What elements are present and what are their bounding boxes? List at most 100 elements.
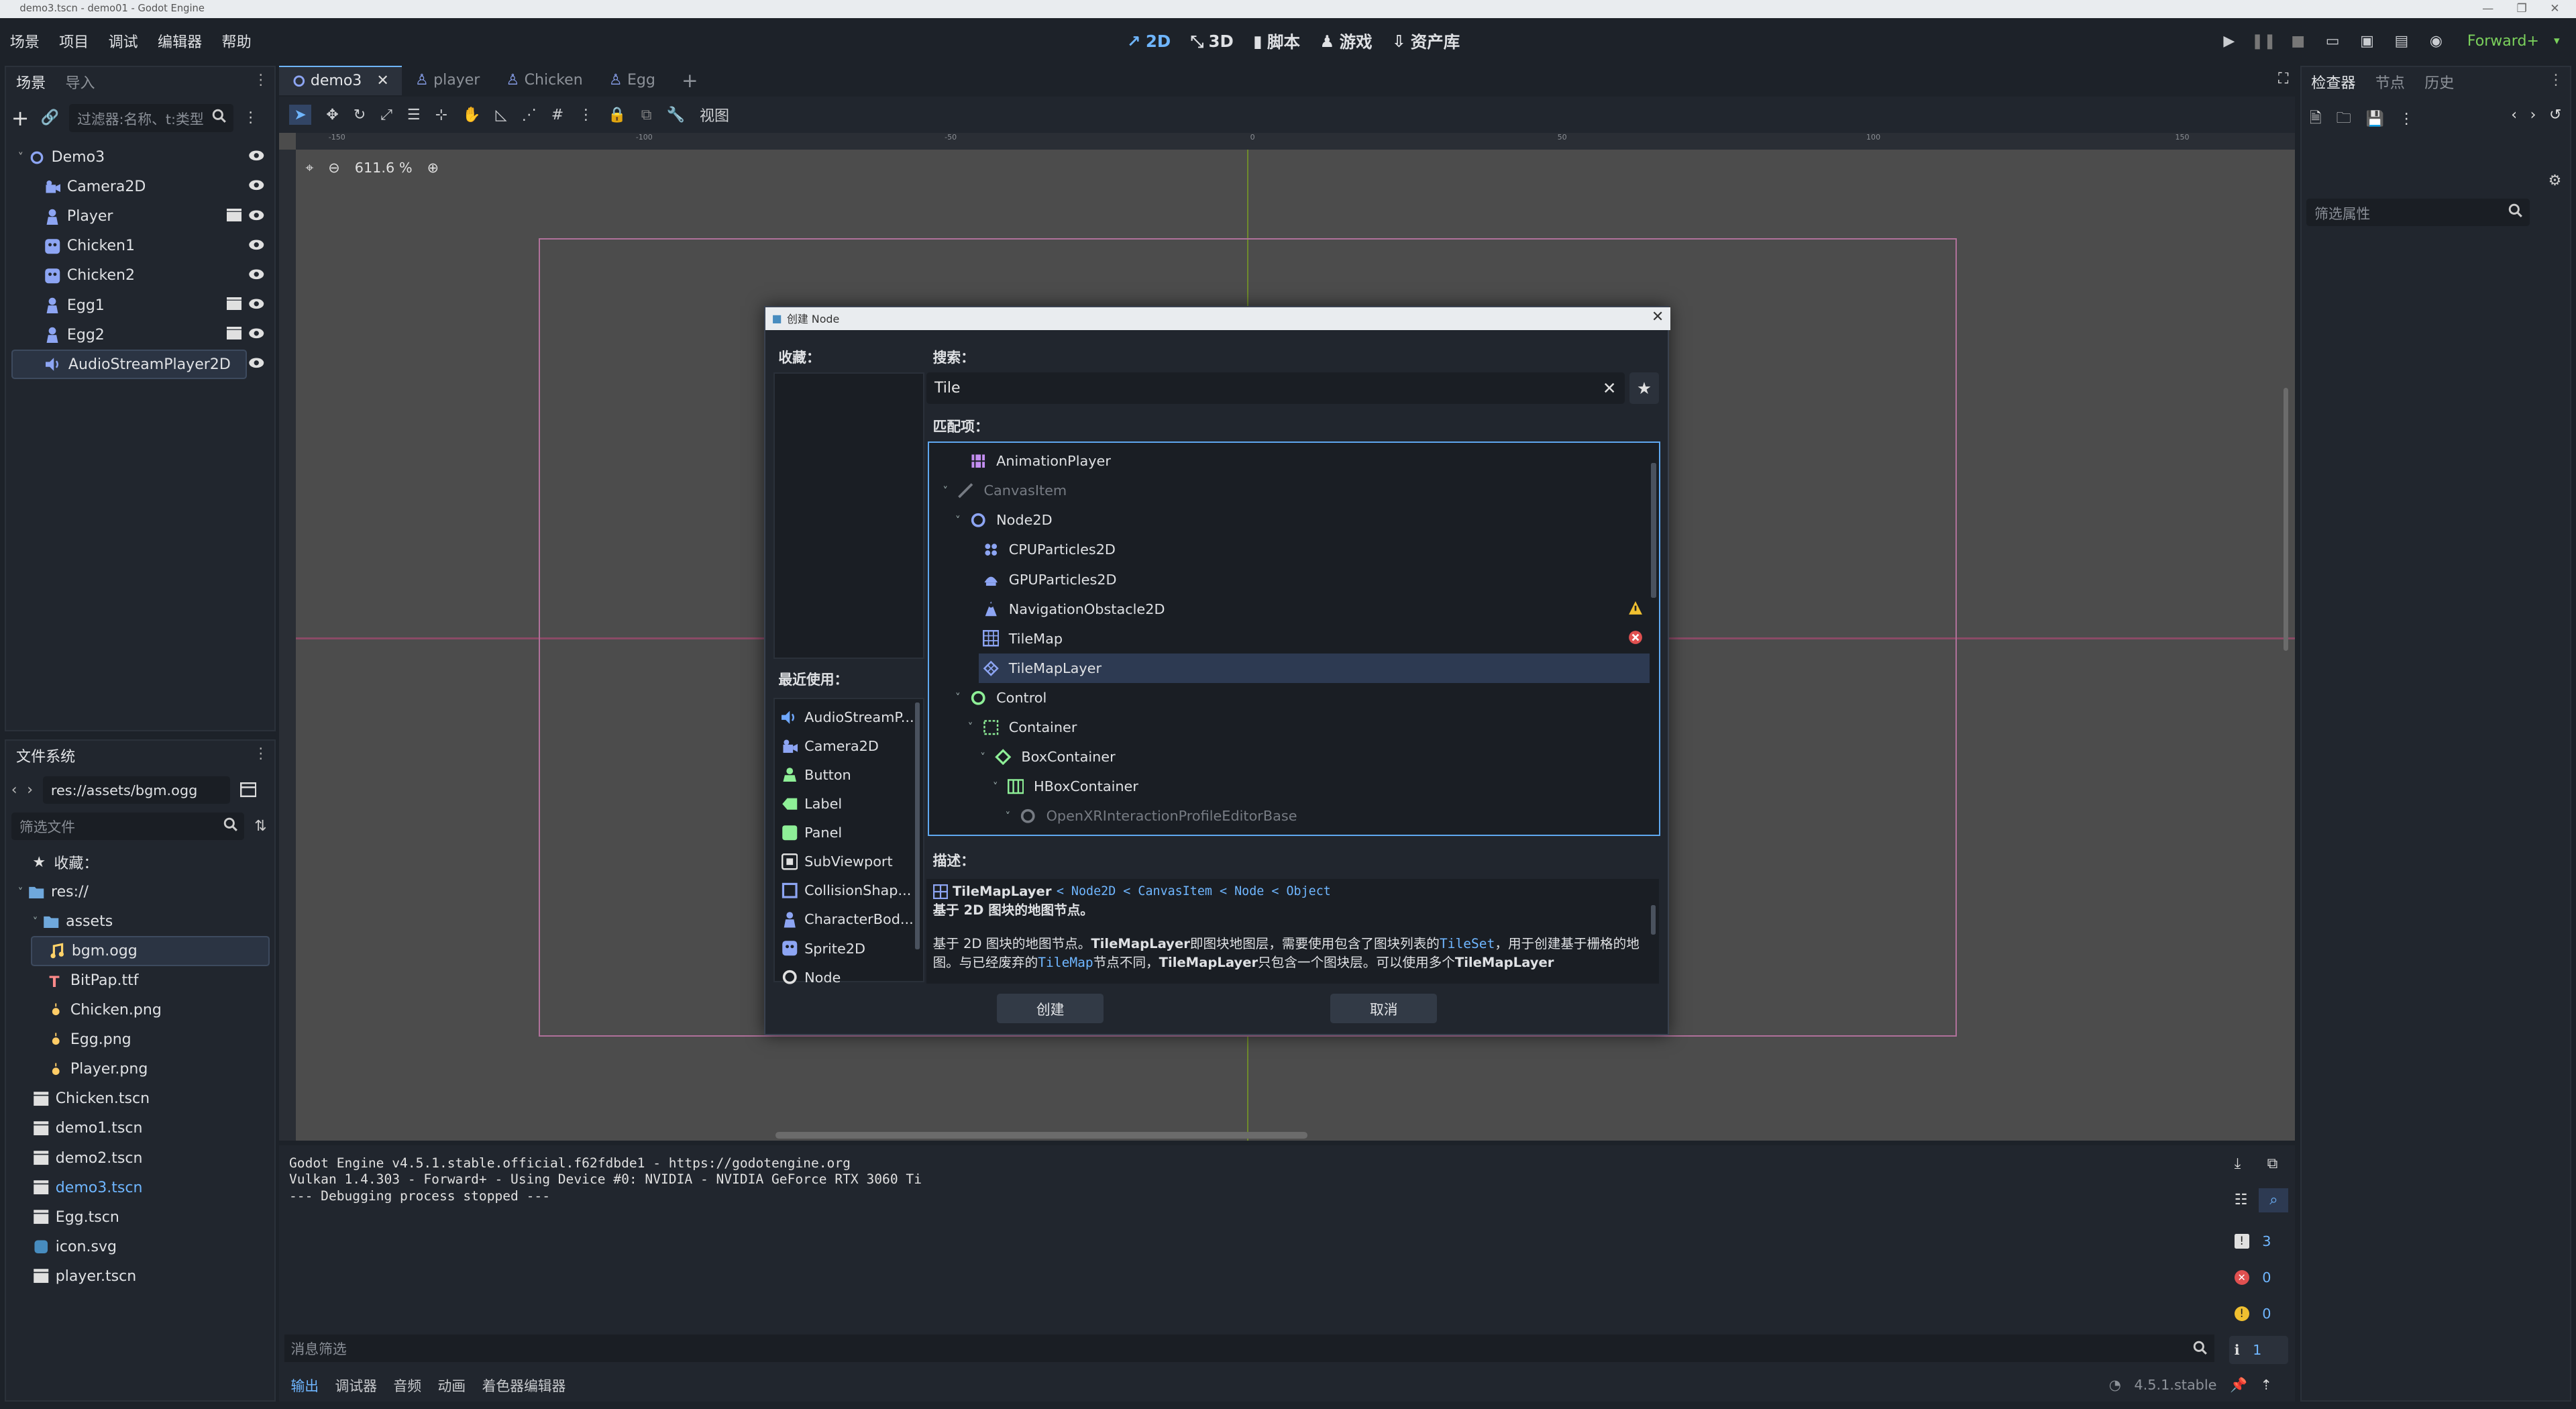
file-item[interactable]: demo3.tscn	[11, 1173, 270, 1202]
recent-item[interactable]: CollisionShap...	[775, 876, 923, 905]
select-tool-icon[interactable]: ➤	[289, 105, 312, 125]
scene-node-row[interactable]: ˅ Demo3	[11, 143, 270, 172]
match-item[interactable]: ˅ Node2D	[929, 505, 1659, 535]
expand-arrow-icon[interactable]: ˅	[980, 751, 985, 764]
expand-arrow-icon[interactable]: ˅	[955, 514, 961, 527]
create-button[interactable]: 创建	[997, 994, 1104, 1024]
group-icon[interactable]: ⧉	[641, 107, 652, 123]
matches-scrollbar[interactable]	[1651, 462, 1656, 598]
tab-import[interactable]: 导入	[65, 71, 95, 93]
favorites-row[interactable]: ★ 收藏：	[11, 847, 270, 877]
history-icon[interactable]: ↺	[2549, 107, 2561, 123]
scene-tab-egg[interactable]: ♙ Egg	[596, 66, 668, 95]
scene-node-row[interactable]: Chicken2	[11, 261, 270, 291]
menu-debug[interactable]: 调试	[109, 30, 138, 52]
match-item-selected[interactable]: TileMapLayer	[978, 653, 1650, 683]
match-item[interactable]: ˅ HBoxContainer	[929, 772, 1659, 801]
filter-icon[interactable]: ☷	[2235, 1192, 2248, 1208]
clear-search-icon[interactable]: ✕	[1603, 378, 1617, 398]
file-item[interactable]: Egg.tscn	[11, 1202, 270, 1232]
scene-tab-player[interactable]: ♙ player	[402, 66, 493, 95]
recent-item[interactable]: Node	[775, 963, 923, 992]
warnings-count-button[interactable]: ! 0	[2229, 1300, 2288, 1328]
inspector-menu-icon[interactable]: ⋮	[2548, 72, 2563, 89]
play-scene-icon[interactable]: ▣	[2357, 32, 2377, 51]
recent-item[interactable]: Sprite2D	[775, 934, 923, 963]
expand-arrow-icon[interactable]: ˅	[1005, 810, 1010, 823]
menu-help[interactable]: 帮助	[222, 30, 252, 52]
expand-arrow-icon[interactable]: ˅	[993, 780, 998, 793]
recent-item[interactable]: Button	[775, 760, 923, 789]
back-arrow-icon[interactable]: ‹	[11, 782, 17, 798]
tab-debugger[interactable]: 调试器	[335, 1375, 377, 1395]
tab-scene[interactable]: 场景	[16, 71, 46, 93]
tab-animation[interactable]: 动画	[438, 1375, 466, 1395]
expand-arrow-icon[interactable]: ˅	[33, 915, 38, 928]
match-item[interactable]: CPUParticles2D	[929, 535, 1659, 564]
message-filter-input[interactable]: 消息筛选	[284, 1334, 2215, 1363]
scene-tab-chicken[interactable]: ♙ Chicken	[493, 66, 596, 95]
horizontal-scrollbar[interactable]	[775, 1132, 1308, 1139]
scale-tool-icon[interactable]: ⤢	[380, 107, 392, 123]
version-label[interactable]: 4.5.1.stable	[2134, 1377, 2216, 1393]
messages-count-button[interactable]: ! 3	[2229, 1227, 2288, 1255]
file-item[interactable]: Chicken.tscn	[11, 1084, 270, 1114]
file-item-selected[interactable]: bgm.ogg	[31, 936, 270, 966]
play-icon[interactable]: ▶	[2219, 32, 2239, 51]
forward-arrow-icon[interactable]: ›	[27, 782, 33, 798]
recent-item[interactable]: SubViewport	[775, 847, 923, 876]
open-scene-clapper-icon[interactable]	[227, 326, 242, 340]
screen-3d-button[interactable]: ⤡ 3D	[1191, 32, 1234, 51]
toggle-split-icon[interactable]	[239, 782, 257, 798]
file-item[interactable]: ˅ res://	[11, 877, 270, 906]
rotate-tool-icon[interactable]: ↻	[354, 107, 366, 123]
renderer-selector[interactable]: Forward+	[2467, 33, 2539, 50]
expand-arrow-icon[interactable]: ˅	[17, 151, 23, 164]
file-item[interactable]: T BitPap.ttf	[11, 966, 270, 996]
expand-panel-icon[interactable]: ⇡	[2261, 1377, 2272, 1393]
visibility-eye-icon[interactable]	[248, 356, 264, 370]
file-item[interactable]: icon.svg	[11, 1232, 270, 1261]
favorite-star-button[interactable]: ★	[1629, 372, 1660, 404]
recent-item[interactable]: AudioStreamP...	[775, 702, 923, 731]
scene-tab-demo3[interactable]: demo3 ✕	[279, 65, 402, 96]
scene-filter-input[interactable]: 过滤器:名称、t:类型	[68, 104, 233, 132]
visibility-eye-icon[interactable]	[248, 149, 264, 162]
close-icon[interactable]: ✕	[1652, 309, 1664, 325]
matches-tree[interactable]: AnimationPlayer ˅ CanvasItem ˅ Node2D CPUPart…	[928, 441, 1661, 837]
menu-scene[interactable]: 场景	[10, 30, 40, 52]
match-item[interactable]: AnimationPlayer	[929, 446, 1659, 476]
skeleton-icon[interactable]: 🔧	[666, 107, 684, 123]
file-filter-input[interactable]: 筛选文件	[11, 812, 245, 841]
info-count-button[interactable]: ℹ1	[2229, 1336, 2289, 1364]
tab-filesystem[interactable]: 文件系统	[16, 745, 75, 766]
file-item[interactable]: demo1.tscn	[11, 1114, 270, 1143]
pivot-tool-icon[interactable]: ⊹	[435, 107, 447, 123]
file-item[interactable]: ˅ assets	[11, 906, 270, 936]
description-scrollbar[interactable]	[1650, 904, 1656, 935]
visibility-eye-icon[interactable]	[248, 268, 264, 281]
lock-icon[interactable]: 🔒	[608, 107, 626, 123]
copy-icon[interactable]: ⤓	[2235, 1155, 2241, 1172]
pause-icon[interactable]: ❚❚	[2251, 32, 2276, 51]
match-item[interactable]: ˅ CanvasItem	[929, 476, 1659, 505]
open-scene-clapper-icon[interactable]	[227, 208, 242, 222]
tab-audio[interactable]: 音频	[393, 1375, 421, 1395]
scene-node-row[interactable]: Chicken1	[11, 231, 270, 261]
cancel-button[interactable]: 取消	[1330, 994, 1438, 1024]
match-item[interactable]: ˅ OpenXRInteractionProfileEditorBase	[929, 801, 1659, 831]
link-icon[interactable]: 🔗	[41, 109, 59, 126]
add-scene-tab-button[interactable]: +	[668, 66, 711, 95]
snap-options-icon[interactable]: ⋮	[578, 107, 593, 123]
match-item[interactable]: GPUParticles2D	[929, 565, 1659, 594]
tab-history[interactable]: 历史	[2424, 71, 2454, 93]
file-item[interactable]: player.tscn	[11, 1261, 270, 1291]
visibility-eye-icon[interactable]	[248, 327, 264, 340]
screen-2d-button[interactable]: ↗ 2D	[1127, 32, 1171, 51]
pin-icon[interactable]: 📌	[2230, 1377, 2247, 1394]
expand-arrow-icon[interactable]: ˅	[943, 484, 948, 497]
match-item[interactable]: TileMap	[929, 624, 1659, 654]
menu-project[interactable]: 项目	[59, 30, 89, 52]
remote-debug-icon[interactable]: ▭	[2322, 32, 2342, 51]
distraction-free-icon[interactable]: ⛶	[2278, 70, 2288, 87]
